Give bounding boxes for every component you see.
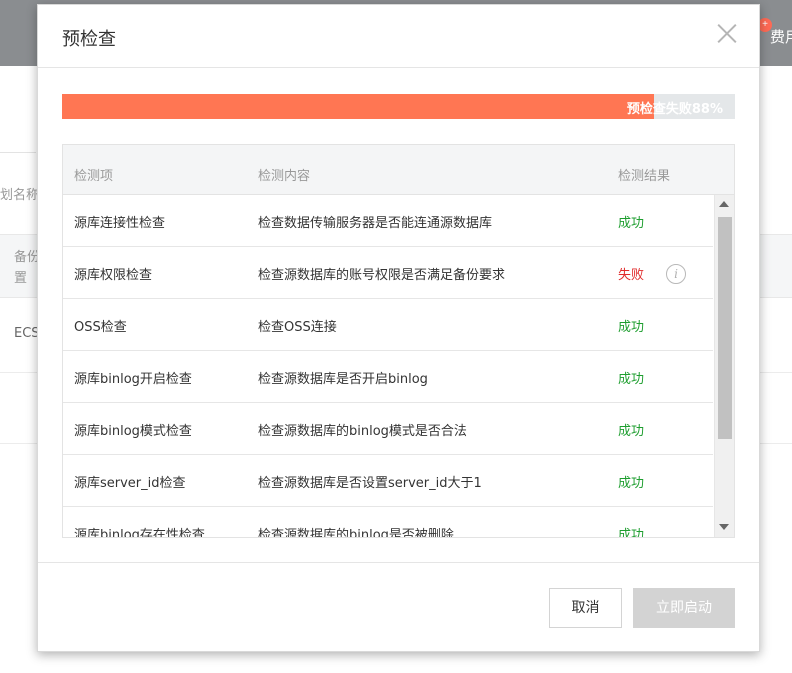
footer-divider	[38, 562, 759, 563]
start-now-button[interactable]: 立即启动	[633, 588, 735, 628]
table-row: 源库binlog模式检查 检查源数据库的binlog模式是否合法 成功	[63, 403, 713, 455]
scroll-thumb[interactable]	[718, 217, 732, 439]
check-content: 检查数据传输服务器是否能连通源数据库	[258, 216, 493, 231]
column-header-content: 检测内容	[258, 169, 311, 184]
check-item: OSS检查	[74, 320, 127, 335]
check-result: 成功	[618, 424, 645, 439]
check-item: 源库binlog开启检查	[74, 372, 192, 387]
close-icon[interactable]	[716, 22, 738, 44]
column-header-result: 检测结果	[618, 169, 671, 184]
column-header-item: 检测项	[74, 169, 114, 184]
check-item: 源库binlog存在性检查	[74, 528, 205, 538]
check-item: 源库连接性检查	[74, 216, 166, 231]
check-item: 源库binlog模式检查	[74, 424, 192, 439]
table-row: 源库binlog存在性检查 检查源数据库的binlog是否被删除 成功	[63, 507, 713, 538]
background-column-header-line2: 置	[14, 271, 28, 286]
check-result: 成功	[618, 320, 645, 335]
check-content: 检查源数据库是否开启binlog	[258, 372, 428, 387]
progress-label: 预检查失败88%	[626, 102, 723, 117]
check-content: 检查源数据库是否设置server_id大于1	[258, 476, 482, 491]
precheck-table: 检测项 检测内容 检测结果 源库连接性检查 检查数据传输服务器是否能连通源数据库…	[62, 144, 735, 538]
check-result: 成功	[618, 476, 645, 491]
check-content: 检查OSS连接	[258, 320, 337, 335]
dialog-header: 预检查	[38, 5, 759, 68]
check-content: 检查源数据库的binlog模式是否合法	[258, 424, 467, 439]
table-row: 源库权限检查 检查源数据库的账号权限是否满足备份要求 失败 i	[63, 247, 713, 299]
check-content: 检查源数据库的binlog是否被删除	[258, 528, 454, 538]
table-row: OSS检查 检查OSS连接 成功	[63, 299, 713, 351]
check-result: 失败	[618, 268, 645, 283]
check-result: 成功	[618, 528, 645, 538]
search-input-placeholder[interactable]: 划名称	[0, 184, 39, 203]
table-header: 检测项 检测内容 检测结果	[63, 145, 734, 195]
precheck-progress-bar: 预检查失败88%	[62, 94, 735, 119]
cancel-button[interactable]: 取消	[549, 588, 622, 628]
check-result: 成功	[618, 372, 645, 387]
precheck-dialog: 预检查 预检查失败88% 检测项 检测内容 检测结果 源库连接性检查 检查数据传…	[37, 4, 760, 652]
check-content: 检查源数据库的账号权限是否满足备份要求	[258, 268, 506, 283]
progress-fill	[62, 94, 655, 119]
table-row: 源库binlog开启检查 检查源数据库是否开启binlog 成功	[63, 351, 713, 403]
info-icon[interactable]: i	[666, 264, 686, 284]
dialog-title: 预检查	[62, 29, 116, 50]
scroll-down-arrow-icon[interactable]	[719, 524, 729, 530]
table-row: 源库连接性检查 检查数据传输服务器是否能连通源数据库 成功	[63, 195, 713, 247]
check-item: 源库权限检查	[74, 268, 153, 283]
table-scrollbar[interactable]	[714, 195, 734, 537]
fee-menu-link[interactable]: 费用	[770, 26, 792, 47]
scroll-up-arrow-icon[interactable]	[719, 201, 729, 207]
check-item: 源库server_id检查	[74, 476, 186, 491]
check-result: 成功	[618, 216, 645, 231]
background-row-cell: ECS	[14, 326, 40, 341]
table-row: 源库server_id检查 检查源数据库是否设置server_id大于1 成功	[63, 455, 713, 507]
table-body: 源库连接性检查 检查数据传输服务器是否能连通源数据库 成功 源库权限检查 检查源…	[63, 195, 713, 538]
search-divider	[0, 152, 36, 153]
